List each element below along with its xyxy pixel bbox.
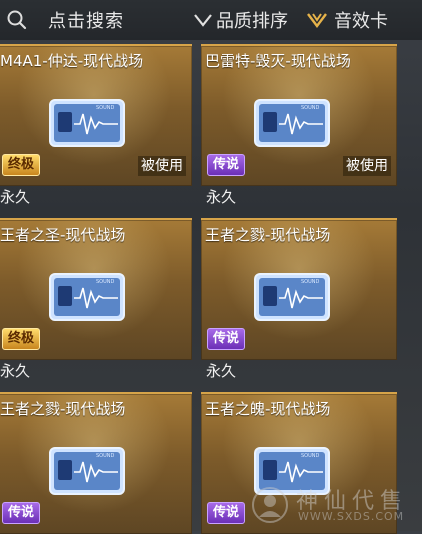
chevron-down-icon[interactable] — [306, 12, 328, 28]
item-card[interactable]: M4A1-仲达-现代战场 SOUND 终极 被使用 — [0, 44, 192, 186]
item-card[interactable]: 王者之戮-现代战场 SOUND 传说 — [0, 392, 192, 534]
in-use-status: 被使用 — [343, 156, 391, 176]
item-card[interactable]: 王者之戮-现代战场 SOUND 传说 — [201, 218, 397, 360]
in-use-status: 被使用 — [138, 156, 186, 176]
quality-sort-button[interactable]: 品质排序 — [216, 7, 288, 33]
item-name: 王者之圣-现代战场 — [0, 226, 126, 244]
sound-card-icon: SOUND — [49, 273, 125, 321]
sound-card-icon: SOUND — [49, 447, 125, 495]
search-icon[interactable] — [6, 9, 28, 31]
rarity-badge: 终极 — [2, 154, 40, 176]
rarity-badge: 传说 — [207, 328, 245, 350]
item-name: M4A1-仲达-现代战场 — [0, 52, 144, 70]
rarity-badge: 终极 — [2, 328, 40, 350]
svg-text:SOUND: SOUND — [301, 105, 320, 111]
sound-card-icon: SOUND — [49, 99, 125, 147]
item-name: 巴雷特-毁灭-现代战场 — [205, 52, 351, 70]
rarity-badge: 传说 — [207, 154, 245, 176]
top-bar: 点击搜索 品质排序 音效卡 — [0, 0, 422, 40]
chevron-down-icon[interactable] — [193, 13, 213, 27]
sound-card-icon: SOUND — [254, 99, 330, 147]
rarity-badge: 传说 — [207, 502, 245, 524]
search-input[interactable]: 点击搜索 — [48, 7, 124, 33]
sound-card-filter-button[interactable]: 音效卡 — [334, 7, 388, 33]
svg-text:SOUND: SOUND — [96, 453, 115, 459]
svg-text:SOUND: SOUND — [301, 279, 320, 285]
item-name: 王者之戮-现代战场 — [205, 226, 331, 244]
svg-text:SOUND: SOUND — [96, 105, 115, 111]
svg-text:SOUND: SOUND — [301, 453, 320, 459]
watermark-url: WWW.SXDS.COM — [298, 510, 405, 523]
rarity-badge: 传说 — [2, 502, 40, 524]
item-card[interactable]: 王者之圣-现代战场 SOUND 终极 — [0, 218, 192, 360]
watermark: 神仙代售 WWW.SXDS.COM — [248, 481, 418, 527]
svg-text:SOUND: SOUND — [96, 279, 115, 285]
item-name: 王者之戮-现代战场 — [0, 400, 126, 418]
item-name: 王者之魄-现代战场 — [205, 400, 331, 418]
logo-icon — [252, 487, 288, 523]
item-card[interactable]: 巴雷特-毁灭-现代战场 SOUND 传说 被使用 — [201, 44, 397, 186]
sound-card-icon: SOUND — [254, 273, 330, 321]
